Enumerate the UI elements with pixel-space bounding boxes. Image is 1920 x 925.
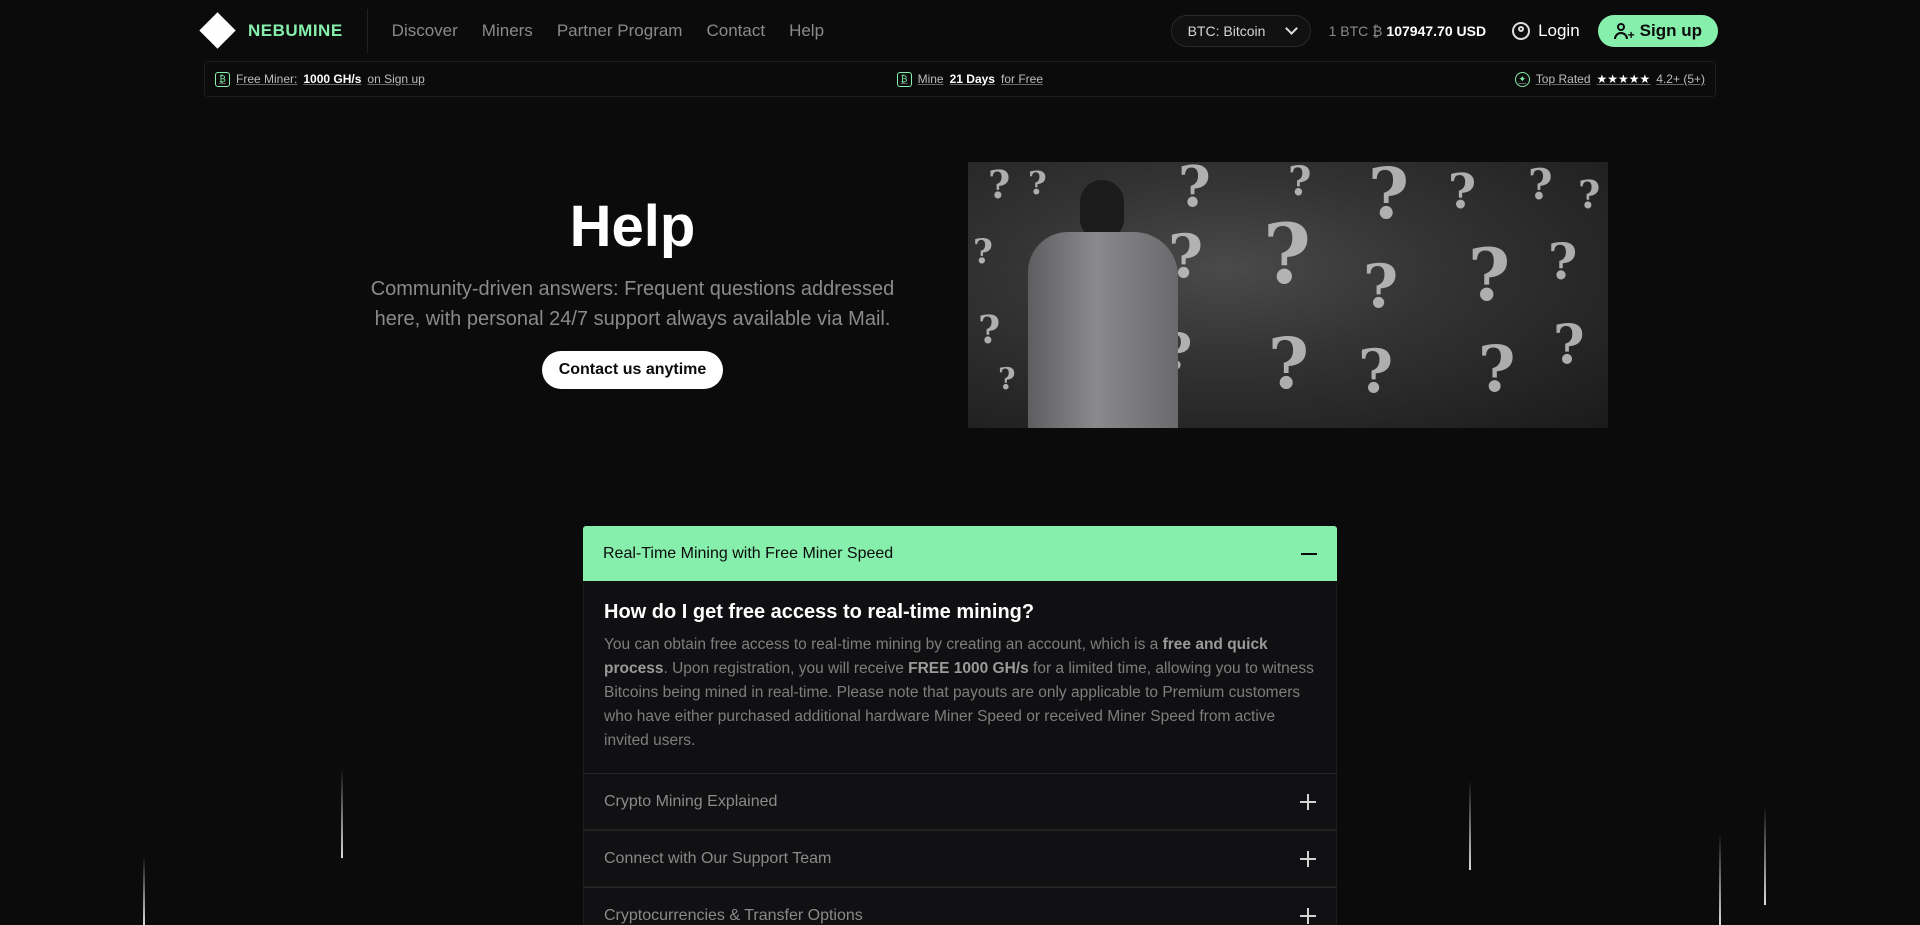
faq-section-support-team[interactable]: Connect with Our Support Team bbox=[583, 830, 1337, 887]
perk-mine-days[interactable]: ₿ Mine 21 Days for Free bbox=[896, 71, 1043, 87]
faq-section-title: Crypto Mining Explained bbox=[604, 792, 778, 810]
medal-icon: ✦ bbox=[1514, 71, 1530, 87]
perk-text: for Free bbox=[1000, 72, 1043, 86]
user-circle-icon bbox=[1512, 21, 1531, 40]
brand[interactable]: NEBUMINE bbox=[199, 8, 368, 53]
faq-section-title: Real-Time Mining with Free Miner Speed bbox=[603, 544, 894, 562]
logo-icon bbox=[199, 11, 236, 49]
background-streak bbox=[1469, 780, 1471, 870]
rating-stars: ★★★★★ bbox=[1596, 72, 1651, 86]
background-streak bbox=[341, 768, 343, 858]
faq-section-body: How do I get free access to real-time mi… bbox=[583, 581, 1337, 773]
perk-text: Top Rated bbox=[1535, 72, 1591, 86]
nav-partner-program[interactable]: Partner Program bbox=[557, 21, 683, 41]
btc-price-prefix: 1 BTC ₿ bbox=[1328, 22, 1383, 39]
hero: Help Community-driven answers: Frequent … bbox=[360, 190, 905, 389]
main-nav: Discover Miners Partner Program Contact … bbox=[392, 21, 824, 41]
perk-highlight: 1000 GH/s bbox=[303, 72, 362, 86]
nav-contact[interactable]: Contact bbox=[706, 21, 765, 41]
page-title: Help bbox=[569, 194, 696, 259]
bitcoin-chip-icon: ₿ bbox=[896, 71, 912, 87]
perk-text: on Sign up bbox=[367, 72, 425, 86]
brand-name: NEBUMINE bbox=[248, 20, 343, 40]
person-figure bbox=[1028, 172, 1178, 428]
signup-label: Sign up bbox=[1639, 20, 1702, 40]
perk-free-miner[interactable]: ₿ Free Miner: 1000 GH/s on Sign up bbox=[215, 71, 425, 87]
btc-price-value: 107947.70 USD bbox=[1386, 22, 1487, 39]
nav-discover[interactable]: Discover bbox=[392, 21, 458, 41]
login-label: Login bbox=[1538, 20, 1580, 40]
add-user-icon: + bbox=[1613, 22, 1635, 41]
perk-text: Mine bbox=[917, 72, 944, 86]
faq-section-title: Connect with Our Support Team bbox=[604, 849, 832, 867]
background-streak bbox=[1719, 832, 1721, 925]
faq-accordion: Real-Time Mining with Free Miner Speed H… bbox=[583, 526, 1337, 925]
perk-text: 4.2+ (5+) bbox=[1656, 72, 1705, 86]
background-streak bbox=[143, 855, 145, 925]
nav-miners[interactable]: Miners bbox=[482, 21, 533, 41]
perk-text: Free Miner: bbox=[236, 72, 298, 86]
plus-icon bbox=[1300, 907, 1316, 924]
header-actions: BTC: Bitcoin 1 BTC ₿ 107947.70 USD Login… bbox=[1170, 14, 1718, 47]
minus-icon bbox=[1301, 552, 1317, 555]
plus-icon bbox=[1300, 850, 1316, 867]
bitcoin-chip-icon: ₿ bbox=[215, 71, 230, 87]
login-button[interactable]: Login bbox=[1512, 21, 1580, 41]
coin-select[interactable]: BTC: Bitcoin bbox=[1170, 14, 1311, 47]
contact-us-button[interactable]: Contact us anytime bbox=[541, 351, 724, 389]
nav-help[interactable]: Help bbox=[789, 21, 824, 41]
perks-bar: ₿ Free Miner: 1000 GH/s on Sign up ₿ Min… bbox=[204, 61, 1716, 97]
background-streak bbox=[1764, 805, 1766, 905]
hero-subtitle: Community-driven answers: Frequent quest… bbox=[370, 278, 895, 330]
faq-section-cryptocurrencies[interactable]: Cryptocurrencies & Transfer Options bbox=[583, 887, 1337, 925]
coin-select-value: BTC: Bitcoin bbox=[1187, 22, 1266, 39]
faq-section-crypto-mining-explained[interactable]: Crypto Mining Explained bbox=[583, 773, 1337, 830]
plus-icon bbox=[1300, 793, 1316, 810]
perk-top-rated[interactable]: ✦ Top Rated ★★★★★ 4.2+ (5+) bbox=[1514, 71, 1705, 87]
faq-answer: You can obtain free access to real-time … bbox=[604, 636, 1314, 749]
faq-question: How do I get free access to real-time mi… bbox=[604, 601, 1035, 623]
hero-image: ? ? ? ? ? ? ? ? ? ? ? ? ? ? ? ? ? ? ? ? … bbox=[968, 162, 1608, 428]
signup-button[interactable]: + Sign up bbox=[1597, 14, 1718, 47]
btc-price: 1 BTC ₿ 107947.70 USD bbox=[1329, 23, 1486, 39]
chevron-down-icon bbox=[1284, 21, 1298, 35]
faq-section-title: Cryptocurrencies & Transfer Options bbox=[604, 906, 863, 924]
faq-section-header-open[interactable]: Real-Time Mining with Free Miner Speed bbox=[583, 526, 1337, 581]
perk-highlight: 21 Days bbox=[949, 72, 995, 86]
top-navbar: NEBUMINE Discover Miners Partner Program… bbox=[199, 0, 1718, 61]
